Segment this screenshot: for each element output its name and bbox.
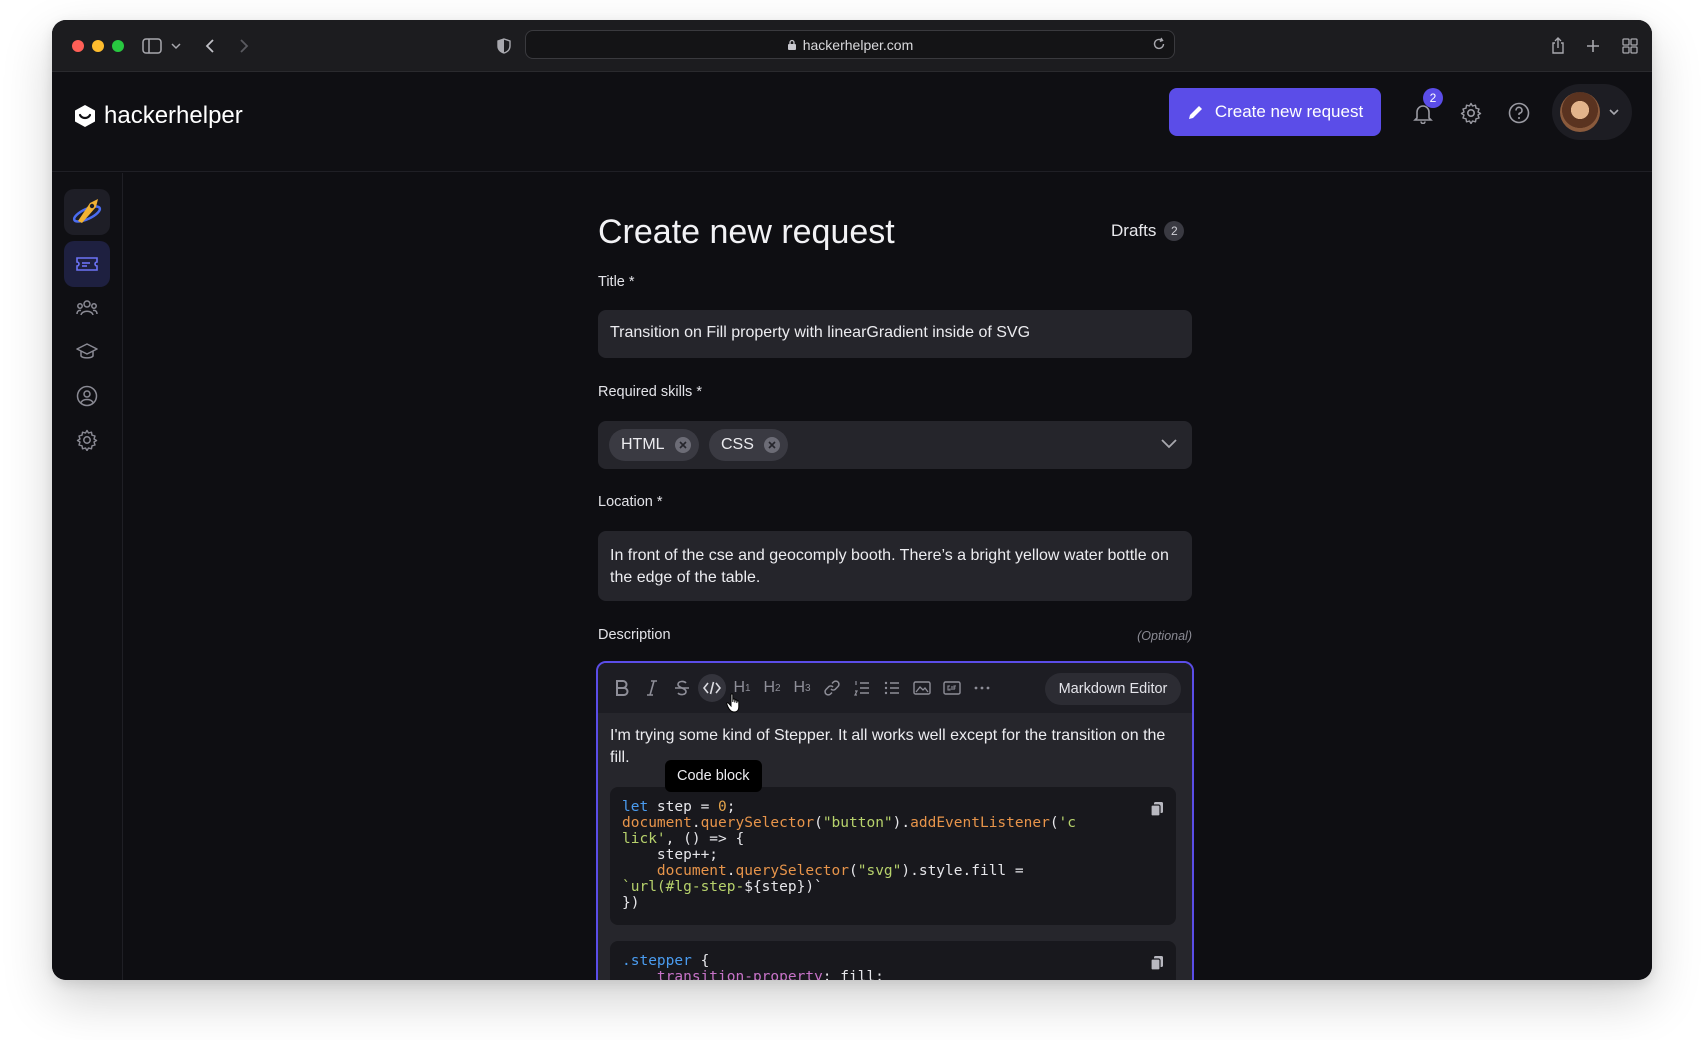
avatar: [1560, 92, 1600, 132]
code-block-javascript[interactable]: let step = 0; document.querySelector("bu…: [610, 787, 1176, 925]
help-icon[interactable]: [1506, 100, 1532, 126]
location-value: In front of the cse and geocomply booth.…: [610, 547, 1169, 586]
optional-hint: (Optional): [1137, 629, 1192, 643]
sidebar: [52, 173, 123, 980]
location-label: Location *: [598, 494, 663, 510]
browser-toolbar: hackerhelper.com: [52, 20, 1652, 72]
link-icon[interactable]: [818, 674, 846, 702]
skill-chip-css: CSS: [709, 429, 788, 461]
title-input[interactable]: Transition on Fill property with linearG…: [598, 310, 1192, 358]
bullet-list-icon[interactable]: [878, 674, 906, 702]
location-input[interactable]: In front of the cse and geocomply booth.…: [598, 531, 1192, 601]
url-bar[interactable]: hackerhelper.com: [525, 30, 1175, 59]
h3-icon[interactable]: H3: [788, 674, 816, 702]
description-text-start: I'm trying: [610, 727, 675, 744]
close-window-button[interactable]: [72, 40, 84, 52]
browser-window: hackerhelper.com hackerhelper Create new…: [52, 20, 1652, 980]
profile-icon: [76, 385, 98, 407]
editor-toolbar: H1 H2 H3 Markdown Editor: [598, 663, 1192, 713]
rocket-logo-icon[interactable]: [64, 189, 110, 235]
title-value: Transition on Fill property with linearG…: [610, 324, 1031, 341]
drafts-button[interactable]: Drafts 2: [1111, 221, 1185, 241]
sidebar-item-learn[interactable]: [64, 329, 110, 375]
sidebar-item-tickets[interactable]: [64, 241, 110, 287]
chevron-down-icon[interactable]: [164, 34, 188, 58]
notification-badge: 2: [1423, 88, 1443, 108]
strikethrough-icon[interactable]: [668, 674, 696, 702]
zoom-window-button[interactable]: [112, 40, 124, 52]
sidebar-item-settings[interactable]: [64, 417, 110, 463]
page-title: Create new request: [598, 213, 895, 251]
code-block-css[interactable]: .stepper { transition-property: fill; tr…: [610, 941, 1176, 980]
app-header: hackerhelper Create new request 2: [52, 72, 1652, 172]
settings-icon: [76, 429, 98, 451]
copy-icon[interactable]: [1150, 801, 1164, 821]
graduation-cap-icon: [76, 343, 98, 359]
description-label: Description: [598, 627, 671, 643]
italic-icon[interactable]: [638, 674, 666, 702]
more-icon[interactable]: [968, 674, 996, 702]
gif-icon[interactable]: [938, 674, 966, 702]
new-tab-icon[interactable]: [1581, 34, 1605, 58]
sidebar-item-community[interactable]: [64, 285, 110, 331]
pencil-icon: [1188, 106, 1202, 119]
ordered-list-icon[interactable]: [848, 674, 876, 702]
hackerhelper-logo-icon: [75, 105, 95, 127]
code-block-icon[interactable]: [698, 674, 726, 702]
chevron-down-icon: [1608, 103, 1620, 126]
url-text: hackerhelper.com: [802, 36, 914, 53]
brand-name: hackerhelper: [104, 102, 243, 129]
sidebar-toggle-icon[interactable]: [140, 34, 164, 58]
markdown-editor-button[interactable]: Markdown Editor: [1045, 673, 1181, 705]
code-block-tooltip: Code block: [665, 760, 762, 792]
lock-icon: [787, 39, 797, 51]
skills-select[interactable]: HTML CSS: [598, 421, 1192, 469]
minimize-window-button[interactable]: [92, 40, 104, 52]
brand-logo[interactable]: hackerhelper: [74, 102, 243, 130]
tickets-icon: [76, 257, 98, 271]
remove-chip-icon[interactable]: [763, 437, 780, 453]
create-new-request-label: Create new request: [1214, 102, 1364, 121]
drafts-label: Drafts: [1111, 221, 1157, 240]
user-menu[interactable]: [1552, 84, 1632, 140]
create-new-request-button[interactable]: Create new request: [1169, 88, 1381, 136]
forward-icon[interactable]: [232, 34, 256, 58]
community-icon: [76, 300, 98, 316]
sidebar-item-profile[interactable]: [64, 373, 110, 419]
chevron-down-icon[interactable]: [1160, 437, 1178, 455]
tab-overview-icon[interactable]: [1618, 34, 1642, 58]
h2-icon[interactable]: H2: [758, 674, 786, 702]
drafts-count-badge: 2: [1164, 221, 1185, 241]
gear-icon[interactable]: [1458, 100, 1484, 126]
share-icon[interactable]: [1546, 34, 1570, 58]
skill-chip-label: HTML: [621, 436, 665, 453]
remove-chip-icon[interactable]: [674, 437, 691, 453]
bold-icon[interactable]: [608, 674, 636, 702]
title-label: Title *: [598, 274, 635, 290]
skills-label: Required skills *: [598, 384, 702, 400]
description-editor[interactable]: H1 H2 H3 Markdown Editor I'm trying some…: [596, 661, 1194, 980]
skill-chip-html: HTML: [609, 429, 699, 461]
hand-cursor-icon: [726, 693, 742, 718]
skill-chip-label: CSS: [721, 436, 754, 453]
privacy-shield-icon[interactable]: [492, 34, 516, 58]
reload-icon[interactable]: [1152, 37, 1166, 54]
main-content: Create new request Drafts 2 Title * Tran…: [124, 173, 1652, 980]
back-icon[interactable]: [198, 34, 222, 58]
image-icon[interactable]: [908, 674, 936, 702]
editor-content[interactable]: I'm trying some kind of Stepper. It all …: [598, 713, 1192, 980]
copy-icon[interactable]: [1150, 955, 1164, 975]
